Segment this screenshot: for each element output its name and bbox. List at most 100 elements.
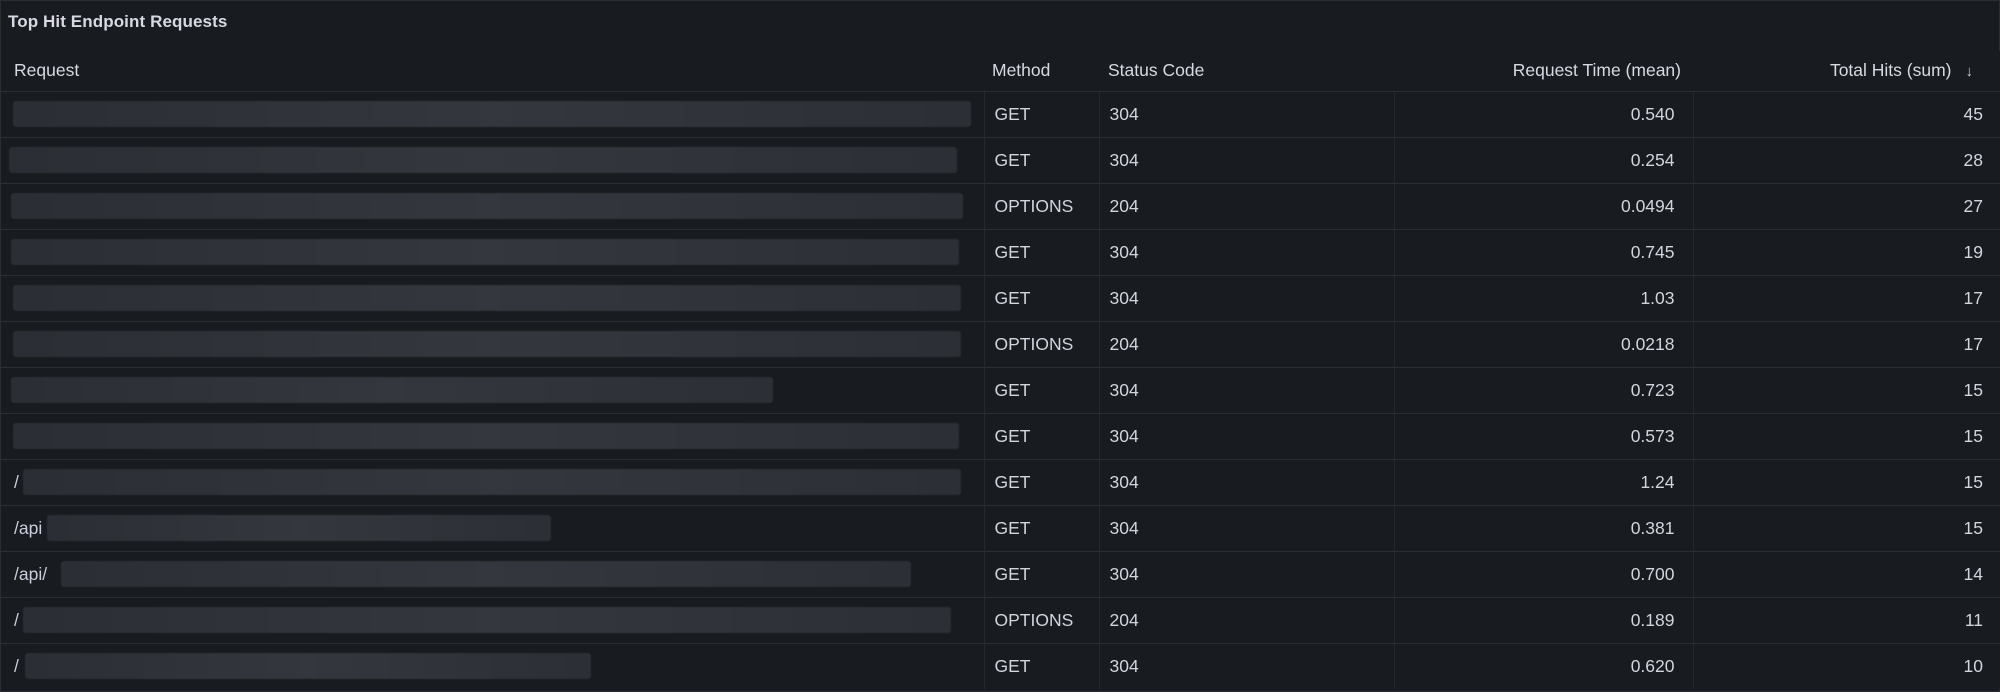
method-cell[interactable]: GET	[983, 642, 1099, 689]
request-path-text: /	[14, 609, 19, 630]
total-hits-cell[interactable]: 17	[1692, 274, 2000, 321]
status-code-cell[interactable]: 304	[1098, 274, 1394, 321]
redaction-overlay	[11, 239, 959, 265]
total-hits-cell[interactable]: 10	[1692, 642, 2000, 689]
table-row[interactable]: GET 304 0.723 15	[1, 366, 2000, 413]
redaction-overlay	[13, 423, 959, 449]
status-code-cell[interactable]: 304	[1098, 228, 1394, 275]
table-row[interactable]: /api/GET 304 0.700 14	[1, 550, 2000, 597]
status-code-cell[interactable]: 304	[1098, 642, 1394, 689]
method-cell[interactable]: GET	[983, 274, 1099, 321]
column-header-method[interactable]: Method	[984, 51, 1099, 91]
redaction-overlay	[13, 331, 961, 357]
request-time-cell[interactable]: 1.03	[1393, 274, 1693, 321]
request-time-cell[interactable]: 0.0218	[1393, 320, 1693, 367]
request-time-cell[interactable]: 0.573	[1393, 412, 1693, 459]
total-hits-cell[interactable]: 15	[1692, 412, 2000, 459]
table-row[interactable]: GET 304 0.540 45	[1, 90, 2000, 137]
redaction-overlay	[25, 653, 591, 680]
request-cell[interactable]	[1, 366, 984, 413]
total-hits-cell[interactable]: 17	[1692, 320, 2000, 367]
request-time-cell[interactable]: 0.723	[1393, 366, 1693, 413]
column-header-request[interactable]: Request	[1, 51, 984, 91]
method-cell[interactable]: GET	[983, 136, 1099, 183]
status-code-cell[interactable]: 304	[1098, 412, 1394, 459]
table-row[interactable]: / OPTIONS 204 0.189 11	[1, 596, 2000, 643]
request-cell[interactable]	[1, 412, 984, 459]
status-code-cell[interactable]: 204	[1098, 596, 1394, 643]
method-cell[interactable]: OPTIONS	[983, 182, 1099, 229]
status-code-cell[interactable]: 204	[1098, 320, 1394, 367]
column-header-total-hits-label: Total Hits (sum)	[1829, 60, 1952, 81]
method-cell[interactable]: GET	[983, 458, 1099, 505]
table-row[interactable]: GET 304 0.745 19	[1, 228, 2000, 275]
redaction-overlay	[47, 515, 551, 541]
request-cell[interactable]	[1, 320, 984, 367]
total-hits-cell[interactable]: 45	[1692, 90, 2000, 137]
table-row[interactable]: GET 304 1.03 17	[1, 274, 2000, 321]
request-cell[interactable]: /	[1, 642, 984, 689]
table-row[interactable]: OPTIONS 204 0.0218 17	[1, 320, 2000, 367]
method-cell[interactable]: GET	[983, 228, 1099, 275]
status-code-cell[interactable]: 204	[1098, 182, 1394, 229]
total-hits-cell[interactable]: 19	[1692, 228, 2000, 275]
status-code-cell[interactable]: 304	[1098, 366, 1394, 413]
panel-title[interactable]: Top Hit Endpoint Requests	[8, 12, 227, 32]
request-time-cell[interactable]: 0.540	[1393, 90, 1693, 137]
total-hits-cell[interactable]: 15	[1692, 366, 2000, 413]
status-code-cell[interactable]: 304	[1098, 504, 1394, 551]
request-path-text: /api/	[14, 563, 48, 584]
status-code-cell[interactable]: 304	[1098, 458, 1394, 505]
redaction-overlay	[11, 377, 773, 403]
request-cell[interactable]	[1, 136, 984, 183]
total-hits-cell[interactable]: 27	[1692, 182, 2000, 229]
method-cell[interactable]: GET	[983, 504, 1099, 551]
redaction-overlay	[13, 101, 971, 127]
request-time-cell[interactable]: 0.189	[1393, 596, 1693, 643]
method-cell[interactable]: OPTIONS	[983, 596, 1099, 643]
status-code-cell[interactable]: 304	[1098, 136, 1394, 183]
table-row[interactable]: /api GET 304 0.381 15	[1, 504, 2000, 551]
column-header-request-time[interactable]: Request Time (mean)	[1394, 51, 1693, 91]
redaction-overlay	[23, 469, 961, 495]
redaction-overlay	[61, 561, 911, 587]
request-cell[interactable]	[1, 274, 984, 321]
table-row[interactable]: / GET 304 1.24 15	[1, 458, 2000, 505]
request-cell[interactable]	[1, 228, 984, 275]
request-time-cell[interactable]: 0.745	[1393, 228, 1693, 275]
table-row[interactable]: / GET 304 0.620 10	[1, 642, 2000, 689]
table-row[interactable]: OPTIONS 204 0.0494 27	[1, 182, 2000, 229]
request-time-cell[interactable]: 0.700	[1393, 550, 1693, 597]
method-cell[interactable]: OPTIONS	[983, 320, 1099, 367]
request-time-cell[interactable]: 0.620	[1393, 642, 1693, 689]
request-cell[interactable]	[1, 90, 984, 137]
arrow-down-icon[interactable]: ↓	[1966, 63, 1974, 80]
request-cell[interactable]: /api	[1, 504, 984, 551]
request-cell[interactable]: /	[1, 596, 984, 643]
table-row[interactable]: GET 304 0.573 15	[1, 412, 2000, 459]
requests-table: Request Method Status Code Request Time …	[1, 51, 2000, 689]
column-header-status-code[interactable]: Status Code	[1099, 51, 1394, 91]
request-cell[interactable]	[1, 182, 984, 229]
request-time-cell[interactable]: 0.381	[1393, 504, 1693, 551]
method-cell[interactable]: GET	[983, 90, 1099, 137]
method-cell[interactable]: GET	[983, 366, 1099, 413]
status-code-cell[interactable]: 304	[1098, 90, 1394, 137]
column-header-total-hits[interactable]: Total Hits (sum) ↓	[1693, 51, 2000, 91]
method-cell[interactable]: GET	[983, 412, 1099, 459]
request-cell[interactable]: /	[1, 458, 984, 505]
total-hits-cell[interactable]: 11	[1692, 596, 2000, 643]
redaction-overlay	[23, 607, 951, 633]
total-hits-cell[interactable]: 14	[1692, 550, 2000, 597]
total-hits-cell[interactable]: 15	[1692, 504, 2000, 551]
status-code-cell[interactable]: 304	[1098, 550, 1394, 597]
request-time-cell[interactable]: 0.254	[1393, 136, 1693, 183]
request-path-text: /	[14, 655, 19, 676]
request-cell[interactable]: /api/	[1, 550, 984, 597]
method-cell[interactable]: GET	[983, 550, 1099, 597]
request-time-cell[interactable]: 0.0494	[1393, 182, 1693, 229]
table-row[interactable]: GET 304 0.254 28	[1, 136, 2000, 183]
total-hits-cell[interactable]: 15	[1692, 458, 2000, 505]
total-hits-cell[interactable]: 28	[1692, 136, 2000, 183]
request-time-cell[interactable]: 1.24	[1393, 458, 1693, 505]
